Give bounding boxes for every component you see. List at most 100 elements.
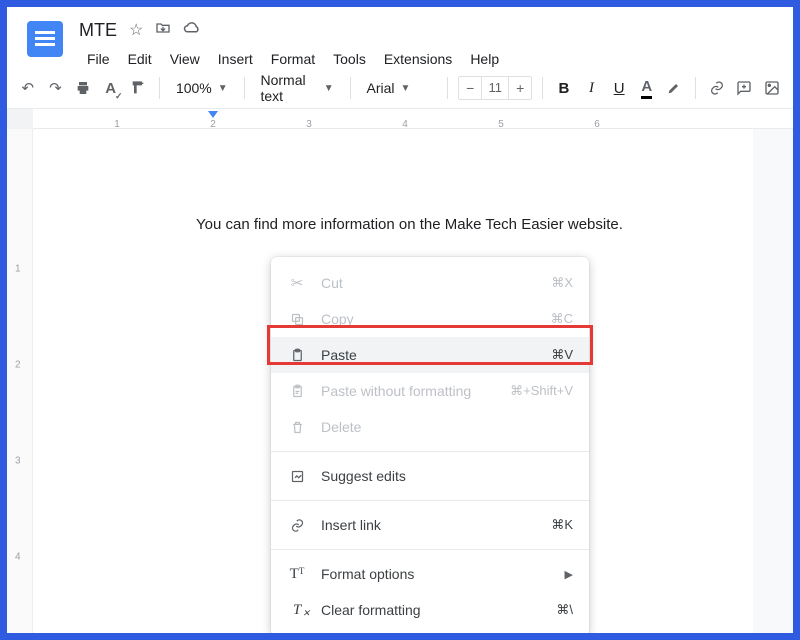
vruler-tick: 1 xyxy=(15,264,21,275)
ctx-clear-formatting[interactable]: T✕ Clear formatting ⌘\ xyxy=(271,592,589,628)
horizontal-ruler[interactable]: 1 2 3 4 5 6 xyxy=(7,109,793,129)
ctx-separator xyxy=(271,451,589,452)
ctx-paste-label: Paste xyxy=(321,347,537,363)
font-size-decrease[interactable]: − xyxy=(459,80,481,96)
ctx-separator xyxy=(271,549,589,550)
ctx-paste[interactable]: Paste ⌘V xyxy=(271,337,589,373)
separator xyxy=(350,77,351,99)
ctx-delete-label: Delete xyxy=(321,419,573,435)
ctx-insert-link-label: Insert link xyxy=(321,517,537,533)
star-icon[interactable]: ☆ xyxy=(129,20,143,40)
ctx-copy-label: Copy xyxy=(321,311,537,327)
app-window: MTE ☆ File Edit View Insert Format Tools… xyxy=(7,7,793,633)
separator xyxy=(695,77,696,99)
ctx-suggest-edits[interactable]: Suggest edits xyxy=(271,458,589,494)
font-size-increase[interactable]: + xyxy=(509,80,531,96)
edit-surface: 1 2 3 4 You can find more information on… xyxy=(7,129,793,633)
ctx-insert-link[interactable]: Insert link ⌘K xyxy=(271,507,589,543)
underline-button[interactable]: U xyxy=(608,75,630,101)
bold-button[interactable]: B xyxy=(553,75,575,101)
cut-icon: ✂ xyxy=(287,274,307,292)
header: MTE ☆ File Edit View Insert Format Tools… xyxy=(7,7,793,67)
zoom-value: 100% xyxy=(176,80,212,96)
menu-format[interactable]: Format xyxy=(263,47,323,71)
link-icon xyxy=(287,518,307,533)
chevron-down-icon: ▼ xyxy=(218,83,228,94)
separator xyxy=(159,77,160,99)
separator xyxy=(447,77,448,99)
menu-view[interactable]: View xyxy=(162,47,208,71)
suggest-edits-icon xyxy=(287,469,307,484)
insert-image-button[interactable] xyxy=(761,75,783,101)
font-size-control: − 11 + xyxy=(458,76,532,100)
toolbar: ↶ ↷ A✓ 100% ▼ Normal text ▼ Arial ▼ − 11… xyxy=(7,67,793,109)
insert-link-button[interactable] xyxy=(706,75,728,101)
font-size-value[interactable]: 11 xyxy=(481,77,509,99)
clear-formatting-icon: T✕ xyxy=(287,602,307,619)
ruler-gutter xyxy=(7,109,33,129)
menu-extensions[interactable]: Extensions xyxy=(376,47,460,71)
menu-file[interactable]: File xyxy=(79,47,118,71)
delete-icon xyxy=(287,420,307,435)
ctx-format-options[interactable]: TT Format options ▶ xyxy=(271,556,589,592)
ctx-insert-link-shortcut: ⌘K xyxy=(551,517,573,533)
ruler-scale: 1 2 3 4 5 6 xyxy=(33,109,793,129)
ctx-copy[interactable]: Copy ⌘C xyxy=(271,301,589,337)
format-options-icon: TT xyxy=(287,566,307,583)
highlight-button[interactable] xyxy=(664,75,686,101)
ctx-separator xyxy=(271,500,589,501)
ctx-paste-plain[interactable]: Paste without formatting ⌘+Shift+V xyxy=(271,373,589,409)
ctx-clear-formatting-shortcut: ⌘\ xyxy=(556,602,573,618)
document-title[interactable]: MTE xyxy=(79,20,117,41)
ctx-copy-shortcut: ⌘C xyxy=(551,311,573,327)
ctx-cut[interactable]: ✂ Cut ⌘X xyxy=(271,265,589,301)
print-button[interactable] xyxy=(72,75,94,101)
left-margin-marker-icon[interactable] xyxy=(208,111,218,118)
text-color-button[interactable]: A xyxy=(636,75,658,101)
vruler-tick: 4 xyxy=(15,552,21,563)
paint-format-button[interactable] xyxy=(128,75,150,101)
cloud-saved-icon[interactable] xyxy=(183,21,201,40)
ctx-paste-plain-label: Paste without formatting xyxy=(321,383,496,399)
vruler-tick: 3 xyxy=(15,456,21,467)
ctx-cut-shortcut: ⌘X xyxy=(551,275,573,291)
page-area[interactable]: You can find more information on the Mak… xyxy=(33,129,793,633)
menu-bar: File Edit View Insert Format Tools Exten… xyxy=(79,47,781,71)
body-text[interactable]: You can find more information on the Mak… xyxy=(196,216,623,233)
vertical-ruler[interactable]: 1 2 3 4 xyxy=(7,129,33,633)
paste-plain-icon xyxy=(287,384,307,399)
menu-tools[interactable]: Tools xyxy=(325,47,374,71)
separator xyxy=(244,77,245,99)
menu-help[interactable]: Help xyxy=(462,47,507,71)
spellcheck-button[interactable]: A✓ xyxy=(100,75,122,101)
chevron-down-icon: ▼ xyxy=(401,83,411,94)
menu-insert[interactable]: Insert xyxy=(210,47,261,71)
move-folder-icon[interactable] xyxy=(155,20,171,41)
font-select[interactable]: Arial ▼ xyxy=(361,78,438,98)
ctx-clear-formatting-label: Clear formatting xyxy=(321,602,542,618)
ctx-cut-label: Cut xyxy=(321,275,537,291)
redo-button[interactable]: ↷ xyxy=(45,75,67,101)
separator xyxy=(542,77,543,99)
document-page[interactable]: You can find more information on the Mak… xyxy=(33,129,753,633)
ctx-format-options-label: Format options xyxy=(321,566,551,582)
ctx-delete[interactable]: Delete xyxy=(271,409,589,445)
title-row: MTE ☆ xyxy=(79,17,781,43)
zoom-select[interactable]: 100% ▼ xyxy=(170,78,234,98)
undo-button[interactable]: ↶ xyxy=(17,75,39,101)
paste-icon xyxy=(287,348,307,363)
paragraph-style-value: Normal text xyxy=(261,72,318,104)
docs-logo-icon[interactable] xyxy=(27,21,63,57)
menu-edit[interactable]: Edit xyxy=(120,47,160,71)
title-area: MTE ☆ File Edit View Insert Format Tools… xyxy=(79,15,781,67)
vruler-tick: 2 xyxy=(15,360,21,371)
copy-icon xyxy=(287,312,307,327)
paragraph-style-select[interactable]: Normal text ▼ xyxy=(255,70,340,106)
context-menu: ✂ Cut ⌘X Copy ⌘C xyxy=(271,257,589,633)
add-comment-button[interactable] xyxy=(734,75,756,101)
chevron-down-icon: ▼ xyxy=(324,83,334,94)
ctx-paste-shortcut: ⌘V xyxy=(551,347,573,363)
font-value: Arial xyxy=(367,80,395,96)
italic-button[interactable]: I xyxy=(581,75,603,101)
ctx-suggest-label: Suggest edits xyxy=(321,468,573,484)
